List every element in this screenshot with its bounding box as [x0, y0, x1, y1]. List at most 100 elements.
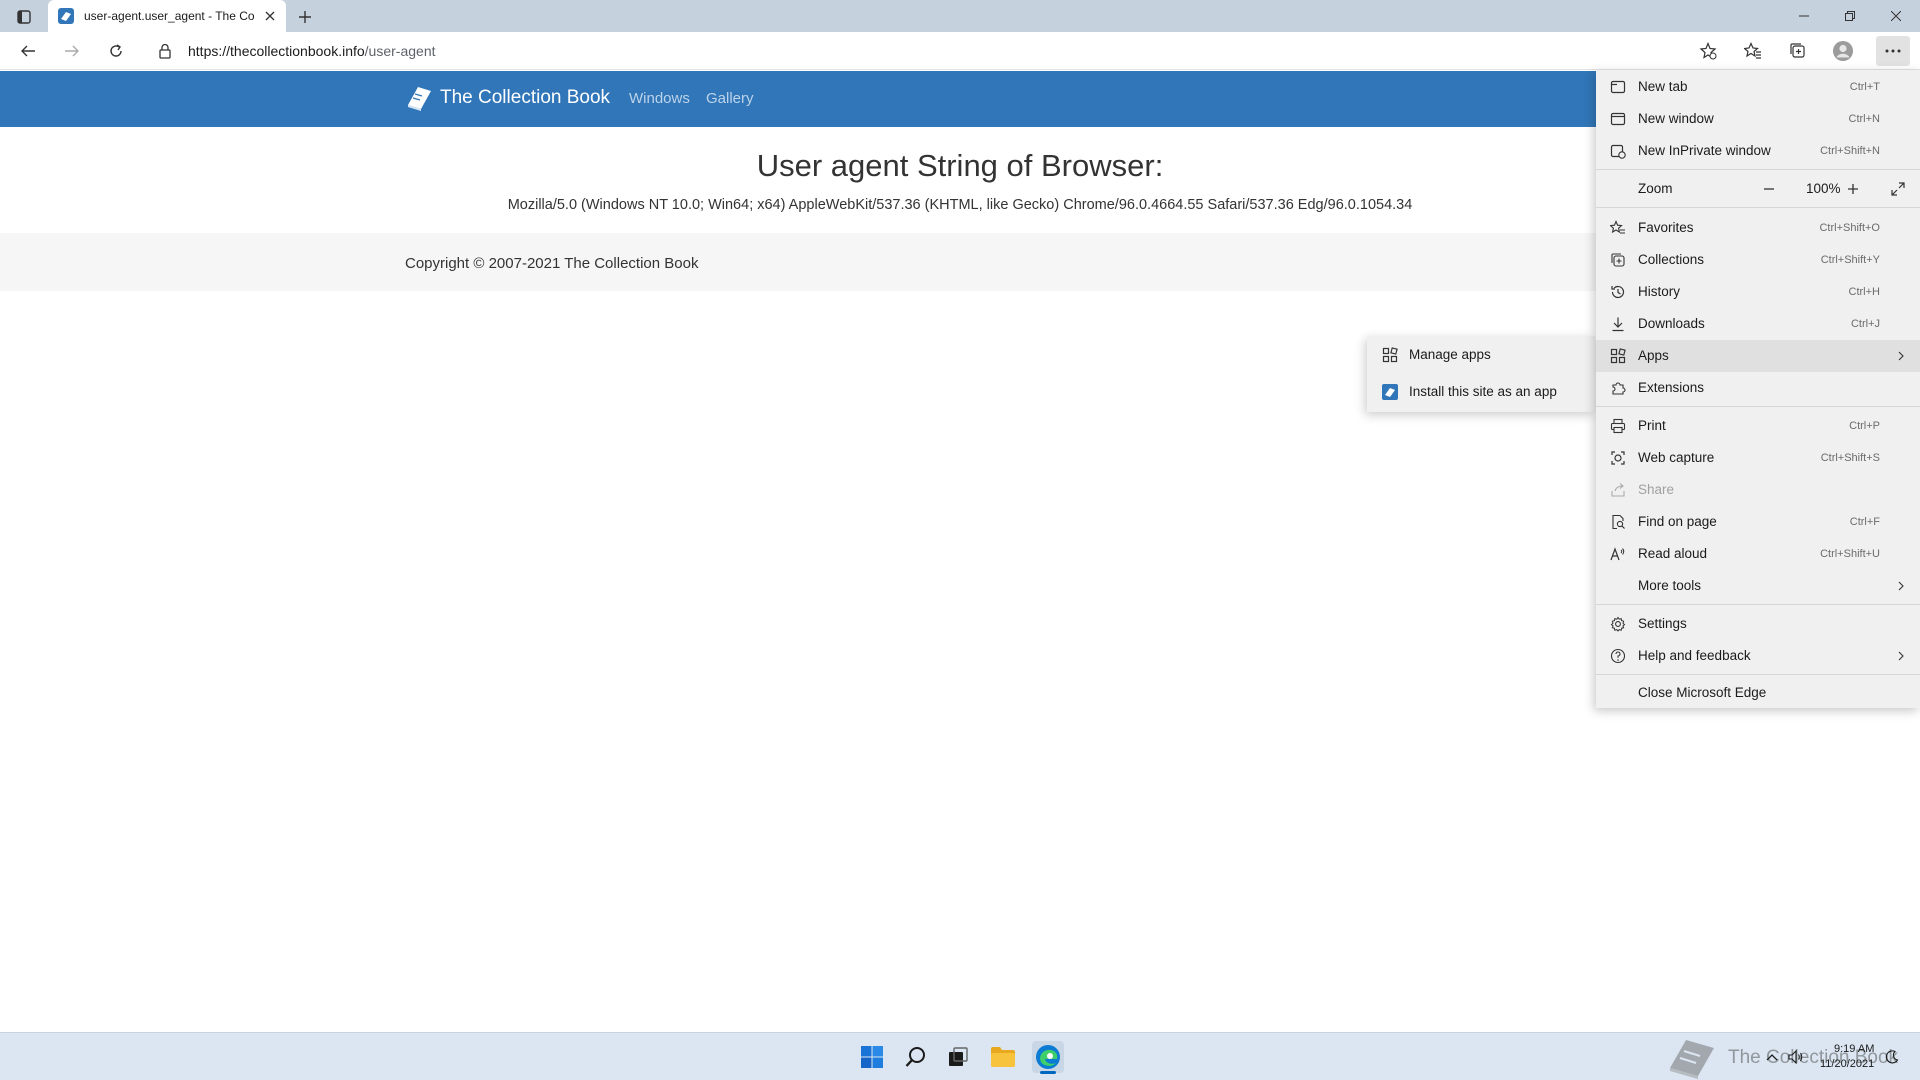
search-button[interactable]: [900, 1041, 932, 1073]
favorites-button[interactable]: [1738, 36, 1768, 66]
menu-divider: [1596, 406, 1920, 407]
menu-item-extensions[interactable]: Extensions: [1596, 372, 1920, 404]
help-icon: [1610, 648, 1626, 664]
collections-icon: [1611, 253, 1625, 267]
menu-label: Collections: [1638, 252, 1705, 267]
menu-item-close-microsoft-edge[interactable]: Close Microsoft Edge: [1596, 677, 1920, 709]
copyright-text: Copyright © 2007-2021 The Collection Boo…: [405, 255, 699, 272]
printer-icon: [1610, 418, 1626, 434]
menu-item-favorites[interactable]: Favorites Ctrl+Shift+O: [1596, 212, 1920, 244]
zoom-level: 100%: [1806, 181, 1841, 196]
minus-icon: [1764, 188, 1774, 190]
menu-divider: [1596, 207, 1920, 208]
task-view-button[interactable]: [942, 1041, 974, 1073]
forward-button[interactable]: [57, 36, 87, 66]
menu-label: History: [1638, 284, 1681, 299]
chevron-right-icon: [1898, 351, 1904, 361]
more-horizontal-icon: [1885, 49, 1901, 53]
tab-actions-button[interactable]: [10, 6, 38, 28]
active-tab[interactable]: user-agent.user_agent - The Coll: [48, 0, 286, 32]
menu-shortcut: Ctrl+Shift+S: [1820, 452, 1880, 464]
url-path: /user-agent: [364, 43, 436, 59]
menu-item-settings[interactable]: Settings: [1596, 608, 1920, 640]
zoom-in-button[interactable]: [1842, 179, 1864, 199]
nav-link-windows[interactable]: Windows: [629, 90, 690, 107]
address-bar[interactable]: https://thecollectionbook.info/user-agen…: [146, 35, 1708, 67]
inprivate-icon: [1610, 144, 1626, 159]
menu-item-web-capture[interactable]: Web capture Ctrl+Shift+S: [1596, 442, 1920, 474]
minimize-button[interactable]: [1781, 0, 1827, 32]
restore-button[interactable]: [1827, 0, 1873, 32]
collections-button[interactable]: [1783, 36, 1813, 66]
menu-label: Apps: [1638, 348, 1669, 363]
apps-submenu: Manage apps Install this site as an app: [1367, 336, 1595, 412]
avatar-icon: [1833, 41, 1853, 61]
url-text[interactable]: https://thecollectionbook.info/user-agen…: [188, 43, 436, 59]
site-logo-link[interactable]: The Collection Book: [404, 83, 610, 113]
running-indicator: [1040, 1071, 1056, 1074]
menu-item-help-and-feedback[interactable]: Help and feedback: [1596, 640, 1920, 672]
file-explorer-button[interactable]: [987, 1041, 1019, 1073]
find-on-page-icon: [1612, 514, 1625, 530]
menu-label: Read aloud: [1638, 546, 1708, 561]
menu-shortcut: Ctrl+Shift+U: [1820, 548, 1880, 560]
new-window-icon: [1610, 112, 1626, 126]
close-icon: [1891, 11, 1901, 21]
notifications-button[interactable]: [1884, 1049, 1900, 1065]
menu-item-apps[interactable]: Apps: [1596, 340, 1920, 372]
menu-item-history[interactable]: History Ctrl+H: [1596, 276, 1920, 308]
lock-icon[interactable]: [158, 43, 172, 59]
taskbar: The Collection Book 9:19 AM 11/20/2021: [0, 1032, 1920, 1080]
close-tab-button[interactable]: [262, 8, 278, 24]
menu-item-downloads[interactable]: Downloads Ctrl+J: [1596, 308, 1920, 340]
menu-shortcut: Ctrl+P: [1849, 420, 1880, 432]
speaker-icon: [1788, 1050, 1803, 1064]
web-capture-icon: [1611, 451, 1625, 465]
menu-shortcut: Ctrl+H: [1848, 286, 1880, 298]
new-tab-button[interactable]: [294, 6, 316, 28]
settings-and-more-menu: New tab Ctrl+T New window Ctrl+N New InP…: [1596, 70, 1920, 708]
manage-apps-item[interactable]: Manage apps: [1367, 337, 1595, 373]
menu-item-new-tab[interactable]: New tab Ctrl+T: [1596, 71, 1920, 103]
back-button[interactable]: [13, 36, 43, 66]
collection-book-favicon-icon: [58, 8, 74, 24]
refresh-button[interactable]: [101, 36, 131, 66]
add-favorite-button[interactable]: [1693, 36, 1723, 66]
menu-item-find-on-page[interactable]: Find on page Ctrl+F: [1596, 506, 1920, 538]
menu-label: New tab: [1638, 79, 1688, 94]
menu-shortcut: Ctrl+J: [1850, 318, 1880, 330]
start-button[interactable]: [856, 1041, 888, 1073]
menu-item-print[interactable]: Print Ctrl+P: [1596, 410, 1920, 442]
zoom-out-button[interactable]: [1758, 179, 1780, 199]
menu-shortcut: Ctrl+F: [1849, 516, 1880, 528]
plus-icon: [1848, 184, 1858, 194]
menu-item-collections[interactable]: Collections Ctrl+Shift+Y: [1596, 244, 1920, 276]
collections-icon: [1790, 43, 1805, 58]
clock-date[interactable]: 11/20/2021: [1820, 1058, 1874, 1070]
menu-item-read-aloud[interactable]: Read aloud Ctrl+Shift+U: [1596, 538, 1920, 570]
menu-label: Web capture: [1638, 450, 1715, 465]
menu-item-new-window[interactable]: New window Ctrl+N: [1596, 103, 1920, 135]
settings-and-more-button[interactable]: [1876, 36, 1910, 66]
menu-item-more-tools[interactable]: More tools: [1596, 570, 1920, 602]
chevron-up-icon: [1766, 1054, 1778, 1061]
menu-shortcut: Ctrl+Shift+N: [1820, 145, 1880, 157]
nav-link-gallery[interactable]: Gallery: [706, 90, 754, 107]
close-window-button[interactable]: [1873, 0, 1919, 32]
menu-item-new-inprivate-window[interactable]: New InPrivate window Ctrl+Shift+N: [1596, 135, 1920, 167]
browser-toolbar: https://thecollectionbook.info/user-agen…: [0, 32, 1920, 70]
profile-button[interactable]: [1828, 36, 1858, 66]
chevron-right-icon: [1898, 651, 1904, 661]
fullscreen-button[interactable]: [1887, 179, 1909, 199]
install-site-as-app-item[interactable]: Install this site as an app: [1367, 374, 1595, 410]
clock-time[interactable]: 9:19 AM: [1834, 1043, 1874, 1055]
show-hidden-icons-button[interactable]: [1764, 1049, 1780, 1065]
edge-taskbar-button[interactable]: [1032, 1041, 1064, 1074]
menu-item-share: Share: [1596, 474, 1920, 506]
edge-logo-icon: [1036, 1045, 1060, 1069]
volume-button[interactable]: [1788, 1049, 1804, 1065]
task-view-icon: [949, 1047, 968, 1066]
menu-label: Share: [1638, 482, 1675, 497]
folder-icon: [991, 1047, 1015, 1067]
url-host: https://thecollectionbook.info: [188, 43, 365, 59]
